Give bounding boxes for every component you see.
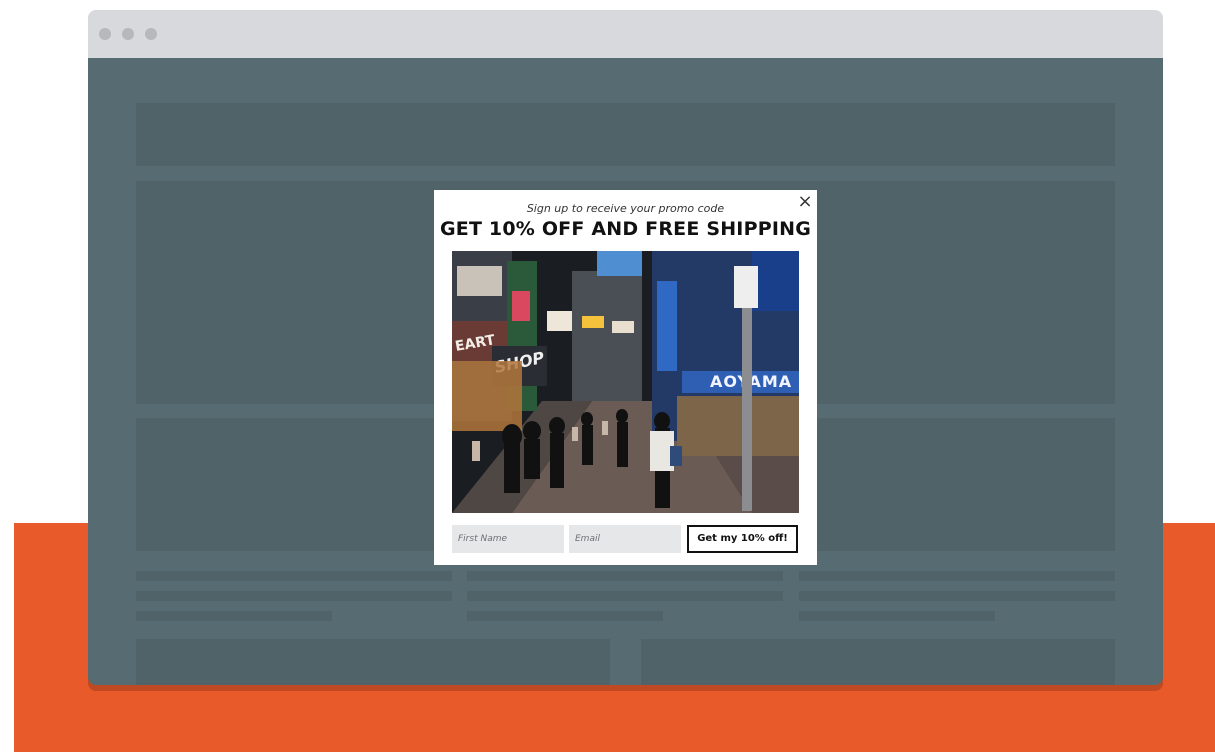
placeholder-card-block <box>641 639 1115 685</box>
placeholder-card-block <box>136 639 610 685</box>
popup-subtitle: Sign up to receive your promo code <box>526 202 725 215</box>
placeholder-text-line <box>799 571 1115 581</box>
placeholder-text-line <box>799 611 995 621</box>
promo-popup: × Sign up to receive your promo code GET… <box>434 190 817 565</box>
placeholder-text-line <box>467 591 783 601</box>
browser-titlebar <box>88 10 1163 58</box>
window-dot-icon <box>145 28 157 40</box>
window-dot-icon <box>122 28 134 40</box>
placeholder-text-line <box>799 591 1115 601</box>
first-name-field[interactable] <box>452 525 564 553</box>
placeholder-text-line <box>136 571 452 581</box>
placeholder-text-line <box>467 571 783 581</box>
popup-headline: GET 10% OFF AND FREE SHIPPING <box>439 218 811 240</box>
placeholder-header-block <box>136 103 1115 166</box>
placeholder-text-line <box>136 591 452 601</box>
placeholder-text-line <box>467 611 663 621</box>
get-discount-button[interactable]: Get my 10% off! <box>687 525 798 553</box>
email-field[interactable] <box>569 525 681 553</box>
placeholder-text-line <box>136 611 332 621</box>
promo-image: EART SHOP AOYAMA <box>452 251 799 513</box>
window-dot-icon <box>99 28 111 40</box>
